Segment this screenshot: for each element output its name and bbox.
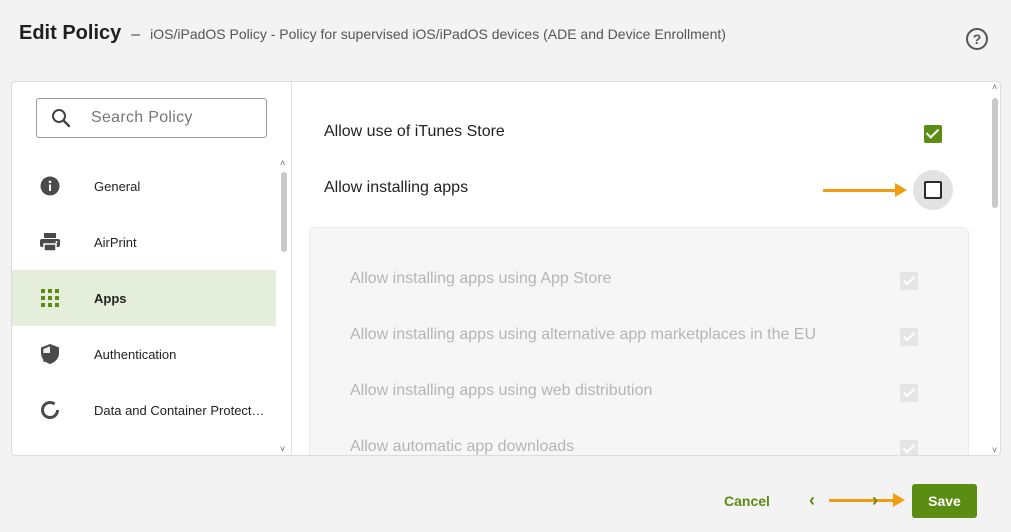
search-box[interactable] — [36, 98, 267, 138]
installing-apps-subsettings: Allow installing apps using App Store Al… — [309, 227, 969, 455]
sidebar-item-label: Data and Container Protection — [94, 402, 266, 418]
sidebar-scrollbar[interactable]: ˄ ˅ — [278, 158, 290, 454]
edit-policy-page: Edit Policy – iOS/iPadOS Policy - Policy… — [0, 0, 1011, 532]
chevron-left-icon[interactable]: ‹ — [809, 490, 815, 511]
sidebar-item-authentication[interactable]: Authentication — [12, 326, 276, 382]
title-separator: – — [131, 26, 141, 43]
sidebar-item-label: General — [94, 178, 141, 194]
sidebar-item-airprint[interactable]: AirPrint — [12, 214, 276, 270]
subsetting-label-web-distribution: Allow installing apps using web distribu… — [350, 382, 653, 399]
checkbox-app-store-disabled — [900, 272, 918, 290]
save-button[interactable]: Save — [912, 484, 977, 518]
sidebar-item-label: Authentication — [94, 346, 177, 362]
setting-label-installing-apps: Allow installing apps — [324, 179, 469, 196]
sidebar-item-apps[interactable]: Apps — [12, 270, 276, 326]
subsetting-label-app-store: Allow installing apps using App Store — [350, 270, 612, 287]
checkbox-web-distribution-disabled — [900, 384, 918, 402]
annotation-arrow-icon — [829, 493, 905, 507]
chevron-right-icon[interactable]: › — [872, 490, 878, 511]
sidebar-item-label: Apps — [94, 290, 127, 306]
annotation-arrow-icon — [823, 183, 907, 197]
checkbox-alt-marketplaces-disabled — [900, 328, 918, 346]
policy-sidebar: General AirPrint — [12, 82, 292, 455]
content-scrollbar[interactable]: ˄ ˅ — [988, 82, 1000, 455]
question-circle-icon[interactable]: ? — [966, 28, 988, 50]
printer-icon — [39, 231, 61, 253]
sidebar-scroll-thumb[interactable] — [281, 172, 287, 252]
policy-editor-card: General AirPrint — [11, 81, 1001, 456]
ring-icon — [39, 399, 61, 421]
sidebar-nav: General AirPrint Apps Authentication Dat… — [12, 158, 276, 438]
info-icon — [39, 175, 61, 197]
chevron-down-icon[interactable]: ˅ — [992, 445, 997, 455]
checkbox-installing-apps[interactable] — [924, 181, 942, 199]
content-scroll-thumb[interactable] — [992, 98, 998, 208]
sidebar-item-data-and-container-protection[interactable]: Data and Container Protection — [12, 382, 276, 438]
page-subtitle: iOS/iPadOS Policy - Policy for supervise… — [150, 26, 726, 42]
checkbox-itunes-store[interactable] — [924, 125, 942, 143]
chevron-up-icon[interactable]: ˄ — [280, 158, 285, 168]
chevron-down-icon[interactable]: ˅ — [280, 444, 285, 454]
page-header: Edit Policy – iOS/iPadOS Policy - Policy… — [19, 22, 726, 50]
apps-grid-icon — [39, 287, 61, 309]
apps-settings-panel: Allow use of iTunes Store Allow installi… — [293, 82, 989, 455]
page-title: Edit Policy — [19, 22, 122, 44]
cancel-button[interactable]: Cancel — [724, 493, 770, 509]
search-icon — [51, 108, 71, 128]
subsetting-label-alt-marketplaces: Allow installing apps using alternative … — [350, 326, 817, 343]
checkbox-automatic-downloads-disabled — [900, 440, 918, 455]
sidebar-item-label: AirPrint — [94, 234, 137, 250]
search-input[interactable] — [91, 109, 261, 127]
subsetting-label-automatic-downloads: Allow automatic app downloads — [350, 438, 575, 455]
setting-label-itunes-store: Allow use of iTunes Store — [324, 123, 505, 140]
sidebar-item-general[interactable]: General — [12, 158, 276, 214]
chevron-up-icon[interactable]: ˄ — [992, 82, 997, 92]
shield-icon — [39, 343, 61, 365]
